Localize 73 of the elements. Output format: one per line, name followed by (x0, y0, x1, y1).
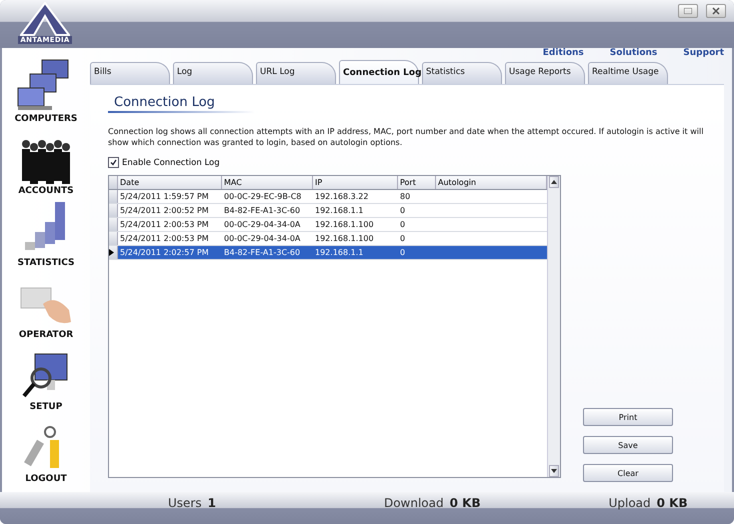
up-arrow-icon (551, 180, 557, 184)
table-cell-text: 192.168.1.1 (314, 205, 364, 217)
action-button[interactable]: Print (583, 408, 673, 426)
table-cell-text: 00-0C-29-EC-9B-C8 (223, 191, 302, 203)
table-cell-text: 00-0C-29-04-34-0A (223, 233, 302, 245)
table-cell-text: 0 (399, 233, 406, 245)
check-icon (110, 159, 117, 166)
column-header[interactable]: Date (118, 176, 222, 189)
table-cell-text: B4-82-FE-A1-3C-60 (223, 247, 302, 259)
tab[interactable]: Usage Reports (505, 62, 585, 84)
table-cell-text: 192.168.1.1 (314, 247, 364, 259)
table-cell-text: 5/24/2011 1:59:57 PM (119, 191, 210, 203)
row-header (109, 176, 118, 189)
column-header[interactable]: Port (398, 176, 436, 189)
table-cell-text: 5/24/2011 2:00:53 PM (119, 233, 210, 245)
table-cell-text: B4-82-FE-A1-3C-60 (223, 205, 302, 217)
tab[interactable]: Log (173, 62, 253, 84)
status-value: 0 KB (450, 496, 481, 510)
minimize-button[interactable] (678, 4, 698, 18)
selected-table-row[interactable]: 5/24/2011 2:02:57 PM B4-82-FE-A1-3C-60 192.168.1.1 0 (109, 246, 547, 260)
status-value: 1 (208, 496, 216, 510)
table-cell-text: 00-0C-29-04-34-0A (223, 219, 302, 231)
table-row[interactable]: 5/24/2011 2:00:53 PM 00-0C-29-04-34-0A 192.168.1.100 0 (109, 218, 547, 232)
close-icon (712, 7, 720, 15)
table-cell-text: 0 (399, 205, 406, 217)
scrollbar[interactable] (547, 176, 560, 477)
tab[interactable]: Statistics (422, 62, 502, 84)
window-icon (684, 8, 692, 14)
close-button[interactable] (706, 4, 726, 18)
table-cell-text: 192.168.1.100 (314, 219, 375, 231)
table-cell-text: 192.168.3.22 (314, 191, 370, 203)
enable-checkbox[interactable]: Enable Connection Log (108, 157, 724, 168)
sidebar-item[interactable]: OPERATOR (18, 268, 74, 340)
tab[interactable]: Realtime Usage (588, 62, 668, 84)
down-arrow-icon (551, 469, 557, 473)
row-header[interactable] (109, 246, 118, 259)
sidebar-item[interactable]: COMPUTERS (14, 52, 78, 124)
status-label: Users (168, 496, 202, 510)
column-header[interactable]: IP (313, 176, 398, 189)
sidebar-item[interactable]: LOGOUT (24, 412, 68, 484)
table-cell-text: 0 (399, 247, 406, 259)
top-link[interactable]: Editions (542, 48, 584, 60)
table-cell-text: 192.168.1.100 (314, 233, 375, 245)
scroll-down-button[interactable] (549, 465, 559, 477)
page-title: Connection Log (108, 95, 254, 113)
checkbox[interactable] (108, 157, 119, 168)
table-cell-text: 0 (399, 219, 406, 231)
table-cell-text: 5/24/2011 2:00:53 PM (119, 219, 210, 231)
table-row[interactable]: 5/24/2011 2:00:52 PM B4-82-FE-A1-3C-60 192.168.1.1 0 (109, 204, 547, 218)
status-value: 0 KB (656, 496, 688, 510)
table-row[interactable]: 5/24/2011 2:00:53 PM 00-0C-29-04-34-0A 192.168.1.100 0 (109, 232, 547, 246)
table-row[interactable]: 5/24/2011 1:59:57 PM 00-0C-29-EC-9B-C8 192.168.3.22 80 (109, 190, 547, 204)
column-header[interactable]: MAC (222, 176, 313, 189)
action-button[interactable]: Save (583, 436, 673, 454)
sidebar-item[interactable]: ACCOUNTS (18, 124, 74, 196)
checkbox-label: Enable Connection Log (122, 158, 220, 168)
tab[interactable]: Connection Log (339, 60, 419, 84)
current-row-icon (109, 249, 114, 256)
sidebar-item[interactable]: STATISTICS (18, 196, 74, 268)
table-cell-text: 80 (399, 191, 412, 203)
table-cell-text: 5/24/2011 2:00:52 PM (119, 205, 210, 217)
description-text: Connection log shows all connection attempts with an IP address, MAC, port number and date when the attempt occured. If autologin is active it will show which connection was granted to login, based on autologin options. (108, 126, 704, 148)
top-link[interactable]: Solutions (610, 48, 658, 60)
status-label: Download (384, 496, 444, 510)
tab[interactable]: URL Log (256, 62, 336, 84)
top-link[interactable]: Support (683, 48, 724, 60)
table-cell-text: 5/24/2011 2:02:57 PM (119, 247, 210, 259)
action-button[interactable]: Clear (583, 464, 673, 482)
tab[interactable]: Bills (90, 62, 170, 84)
logo-icon (20, 2, 70, 36)
status-label: Upload (608, 496, 651, 510)
scroll-up-button[interactable] (549, 176, 559, 188)
sidebar-item[interactable]: SETUP (21, 340, 71, 412)
